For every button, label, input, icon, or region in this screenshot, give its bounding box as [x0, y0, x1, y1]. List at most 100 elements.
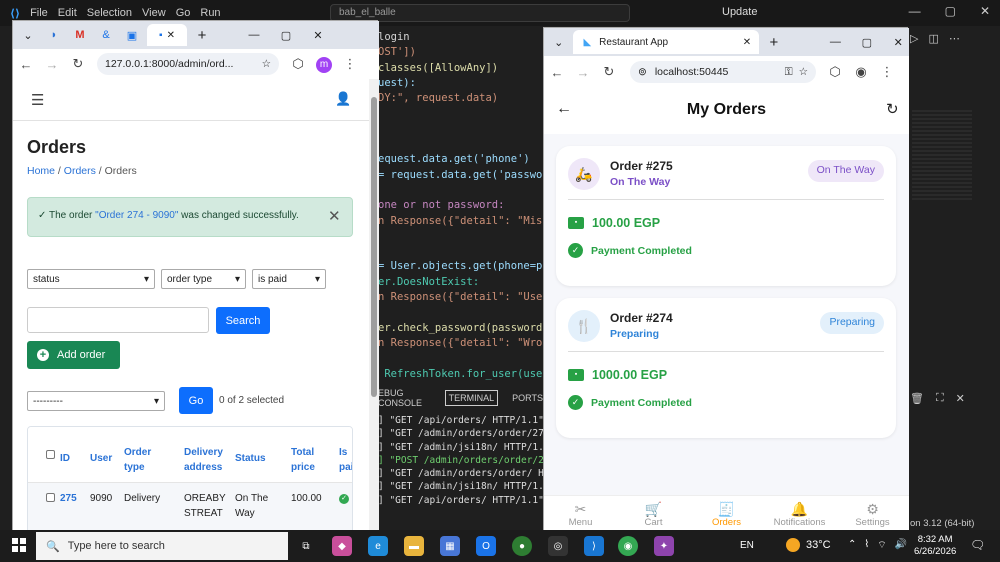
tab-gmail-icon[interactable]: M: [69, 24, 91, 46]
new-tab-icon[interactable]: +: [191, 24, 213, 46]
active-tab[interactable]: ▪ ✕: [147, 24, 187, 46]
star-icon[interactable]: ☆: [262, 58, 271, 70]
star-icon[interactable]: ☆: [799, 66, 808, 78]
run-icon[interactable]: ▷: [910, 32, 918, 45]
breadcrumb-orders-app[interactable]: Orders: [64, 165, 96, 177]
clock[interactable]: 8:32 AM 6/26/2026: [914, 534, 956, 558]
back-icon[interactable]: ←: [13, 57, 39, 72]
menu-edit[interactable]: Edit: [58, 7, 77, 19]
column-total-price[interactable]: Total price: [291, 445, 331, 475]
extensions-icon[interactable]: ⬡: [285, 56, 311, 72]
update-button[interactable]: Update: [722, 6, 757, 18]
row-id-link[interactable]: 275: [60, 491, 77, 506]
close-window-icon[interactable]: ✕: [307, 24, 329, 46]
task-view-icon[interactable]: ⧉: [296, 536, 316, 556]
row-checkbox[interactable]: [46, 493, 55, 502]
tab-ports[interactable]: PORTS: [512, 393, 543, 403]
tab-app-icon[interactable]: &: [95, 24, 117, 46]
minimize-icon[interactable]: —: [825, 31, 846, 53]
tab-debug-console[interactable]: EBUG CONSOLE: [378, 388, 431, 408]
url-field[interactable]: 127.0.0.1:8000/admin/ord... ☆: [97, 53, 279, 75]
site-info-icon[interactable]: ⊚: [638, 66, 647, 78]
menu-dots-icon[interactable]: ⋮: [874, 64, 900, 80]
terminal-output[interactable]: ] "GET /api/orders/ HTTP/1.1" 20] "GET /…: [378, 414, 543, 524]
split-editor-icon[interactable]: ◫: [928, 32, 938, 45]
tab-terminal[interactable]: TERMINAL: [444, 390, 499, 406]
store-icon[interactable]: ▦: [440, 536, 460, 556]
chevron-up-icon[interactable]: ⌃: [848, 539, 856, 552]
outlook-icon[interactable]: O: [476, 536, 496, 556]
menu-run[interactable]: Run: [200, 7, 220, 19]
column-user[interactable]: User: [90, 451, 112, 466]
close-window-icon[interactable]: ✕: [888, 31, 909, 53]
extensions-icon[interactable]: ⬡: [822, 64, 848, 80]
tool-icon[interactable]: ◎: [548, 536, 568, 556]
close-message-icon[interactable]: ✕: [328, 207, 341, 225]
tab-page-icon[interactable]: ▣: [121, 24, 143, 46]
go-button[interactable]: Go: [179, 387, 213, 414]
minimap[interactable]: [912, 110, 972, 200]
column-order-type[interactable]: Order type: [124, 445, 164, 475]
maximize-icon[interactable]: ▢: [275, 24, 297, 46]
file-explorer-icon[interactable]: ▬: [404, 536, 424, 556]
chrome-icon[interactable]: ◉: [618, 536, 638, 556]
add-order-button[interactable]: + Add order: [27, 341, 120, 369]
url-field[interactable]: ⊚ localhost:50445 ⚿ ☆: [630, 61, 816, 83]
active-tab[interactable]: ◣ Restaurant App ✕: [573, 30, 760, 54]
search-input[interactable]: [27, 307, 209, 333]
windows-start-icon[interactable]: [12, 538, 26, 552]
menu-dots-icon[interactable]: ⋮: [337, 56, 363, 72]
menu-file[interactable]: File: [30, 7, 48, 19]
maximize-panel-icon[interactable]: ⛶: [936, 392, 944, 405]
key-icon[interactable]: ⚿: [785, 66, 793, 79]
forward-icon[interactable]: →: [39, 57, 65, 72]
wifi-icon[interactable]: ⌔: [877, 539, 886, 552]
tab-search-icon[interactable]: ⌄: [17, 24, 39, 46]
chrome-profile-icon[interactable]: ●: [512, 536, 532, 556]
profile-avatar[interactable]: m: [311, 55, 337, 73]
tab-search-icon[interactable]: ⌄: [548, 31, 569, 53]
tab-edge-icon[interactable]: ◗: [43, 24, 65, 46]
network-icon[interactable]: ⌇: [864, 539, 869, 552]
reload-icon[interactable]: ↻: [596, 64, 622, 80]
user-icon[interactable]: 👤: [335, 91, 351, 107]
action-select[interactable]: --------- ▾: [27, 391, 165, 411]
vscode-taskbar-icon[interactable]: ⟩: [584, 536, 604, 556]
app-icon[interactable]: ✦: [654, 536, 674, 556]
back-icon[interactable]: ←: [544, 65, 570, 80]
python-version-status[interactable]: on 3.12 (64-bit): [908, 518, 1000, 530]
menu-go[interactable]: Go: [176, 7, 191, 19]
reload-icon[interactable]: ↻: [65, 56, 91, 72]
select-all-checkbox[interactable]: [46, 450, 55, 459]
maximize-icon[interactable]: ▢: [945, 4, 956, 18]
scrollbar-thumb[interactable]: [371, 97, 377, 397]
code-editor[interactable]: login OST']) classes([AllowAny]) uest): DY:"…: [378, 30, 543, 385]
search-button[interactable]: Search: [216, 307, 270, 334]
trash-icon[interactable]: 🗑: [910, 392, 924, 405]
language-indicator[interactable]: EN: [740, 540, 754, 551]
column-status[interactable]: Status: [235, 451, 266, 466]
more-icon[interactable]: ⋯: [949, 32, 960, 45]
menu-view[interactable]: View: [142, 7, 166, 19]
tab-close-icon[interactable]: ✕: [167, 30, 175, 41]
forward-icon[interactable]: →: [570, 65, 596, 80]
minimize-icon[interactable]: —: [909, 4, 921, 18]
filter-order-type[interactable]: order type ▾: [161, 269, 246, 289]
close-icon[interactable]: ✕: [980, 4, 990, 18]
notification-icon[interactable]: 🗨: [970, 538, 985, 552]
taskbar-search[interactable]: 🔍 Type here to search: [36, 532, 288, 560]
column-id[interactable]: ID: [60, 451, 70, 466]
menu-selection[interactable]: Selection: [87, 7, 132, 19]
column-delivery-address[interactable]: Delivery address: [184, 445, 232, 475]
copilot-icon[interactable]: ◆: [332, 536, 352, 556]
column-is-paid[interactable]: Is paid: [339, 445, 352, 475]
new-tab-icon[interactable]: +: [763, 31, 784, 53]
message-order-link[interactable]: "Order 274 - 9090": [95, 210, 178, 221]
close-panel-icon[interactable]: ✕: [956, 392, 965, 405]
weather-widget[interactable]: 33°C: [786, 538, 831, 552]
order-card[interactable]: 🛵 Order #275 On The Way On The Way ▪ 100.…: [556, 146, 896, 286]
refresh-icon[interactable]: ↻: [886, 100, 899, 118]
order-card[interactable]: 🍴 Order #274 Preparing Preparing ▪ 1000.0…: [556, 298, 896, 438]
hamburger-icon[interactable]: ☰: [31, 91, 44, 109]
minimize-icon[interactable]: —: [243, 24, 265, 46]
